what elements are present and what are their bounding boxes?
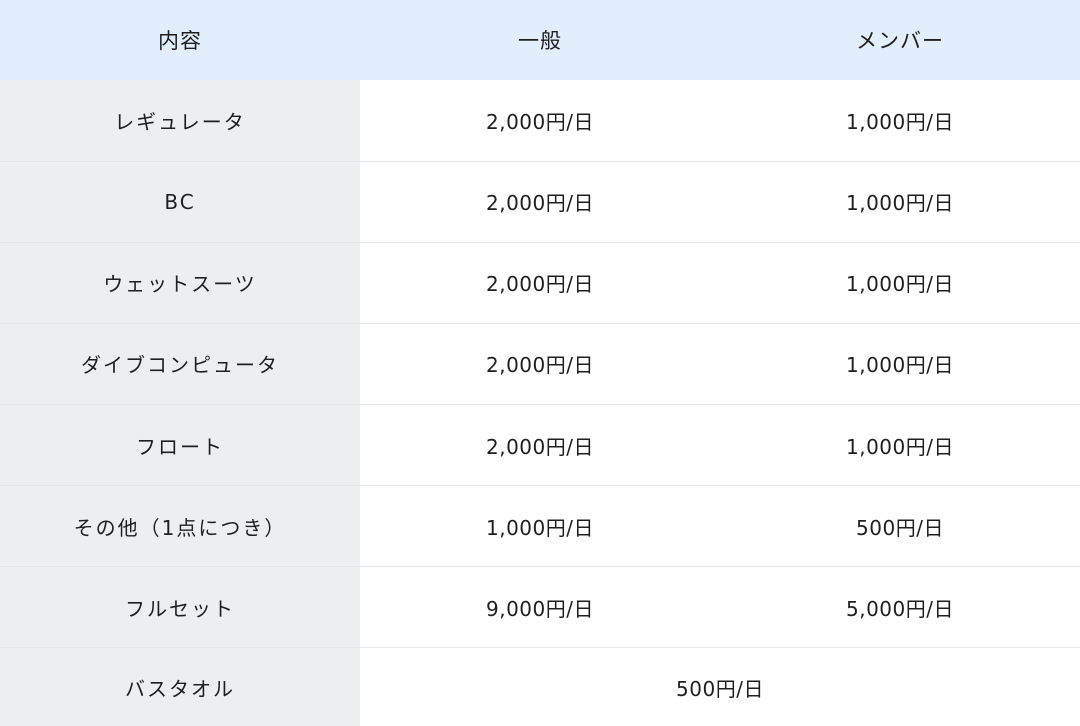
member-price: 1,000円/日 xyxy=(720,80,1080,162)
header-general: 一般 xyxy=(360,0,720,80)
item-name: バスタオル xyxy=(0,647,360,726)
member-price: 500円/日 xyxy=(720,485,1080,567)
item-name: フロート xyxy=(0,403,360,486)
general-price: 2,000円/日 xyxy=(360,241,720,324)
general-price: 2,000円/日 xyxy=(360,80,720,162)
table-row: レギュレータ 2,000円/日 1,000円/日 xyxy=(0,80,1080,162)
table-row: ウェットスーツ 2,000円/日 1,000円/日 xyxy=(0,241,1080,324)
general-price: 2,000円/日 xyxy=(360,322,720,405)
header-member: メンバー xyxy=(720,0,1080,80)
item-name: フルセット xyxy=(0,566,360,648)
item-name: レギュレータ xyxy=(0,80,360,162)
member-price: 1,000円/日 xyxy=(720,160,1080,243)
general-price: 2,000円/日 xyxy=(360,403,720,486)
member-price: 1,000円/日 xyxy=(720,322,1080,405)
general-price: 2,000円/日 xyxy=(360,160,720,243)
table-row: バスタオル 500円/日 xyxy=(0,647,1080,726)
item-name: ダイブコンピュータ xyxy=(0,322,360,405)
table-header-row: 内容 一般 メンバー xyxy=(0,0,1080,80)
table-row: フルセット 9,000円/日 5,000円/日 xyxy=(0,566,1080,648)
table-row: その他（1点につき） 1,000円/日 500円/日 xyxy=(0,485,1080,567)
table-row: ダイブコンピュータ 2,000円/日 1,000円/日 xyxy=(0,322,1080,405)
member-price: 1,000円/日 xyxy=(720,403,1080,486)
item-name: その他（1点につき） xyxy=(0,485,360,567)
table-row: フロート 2,000円/日 1,000円/日 xyxy=(0,403,1080,486)
general-price: 1,000円/日 xyxy=(360,485,720,567)
member-price: 5,000円/日 xyxy=(720,566,1080,648)
table-row: BC 2,000円/日 1,000円/日 xyxy=(0,160,1080,243)
item-name: BC xyxy=(0,160,360,243)
general-price: 9,000円/日 xyxy=(360,566,720,648)
rental-price-table: 内容 一般 メンバー レギュレータ 2,000円/日 1,000円/日 BC 2… xyxy=(0,0,1080,726)
shared-price: 500円/日 xyxy=(360,647,1080,726)
header-content: 内容 xyxy=(0,0,360,80)
member-price: 1,000円/日 xyxy=(720,241,1080,324)
item-name: ウェットスーツ xyxy=(0,241,360,324)
